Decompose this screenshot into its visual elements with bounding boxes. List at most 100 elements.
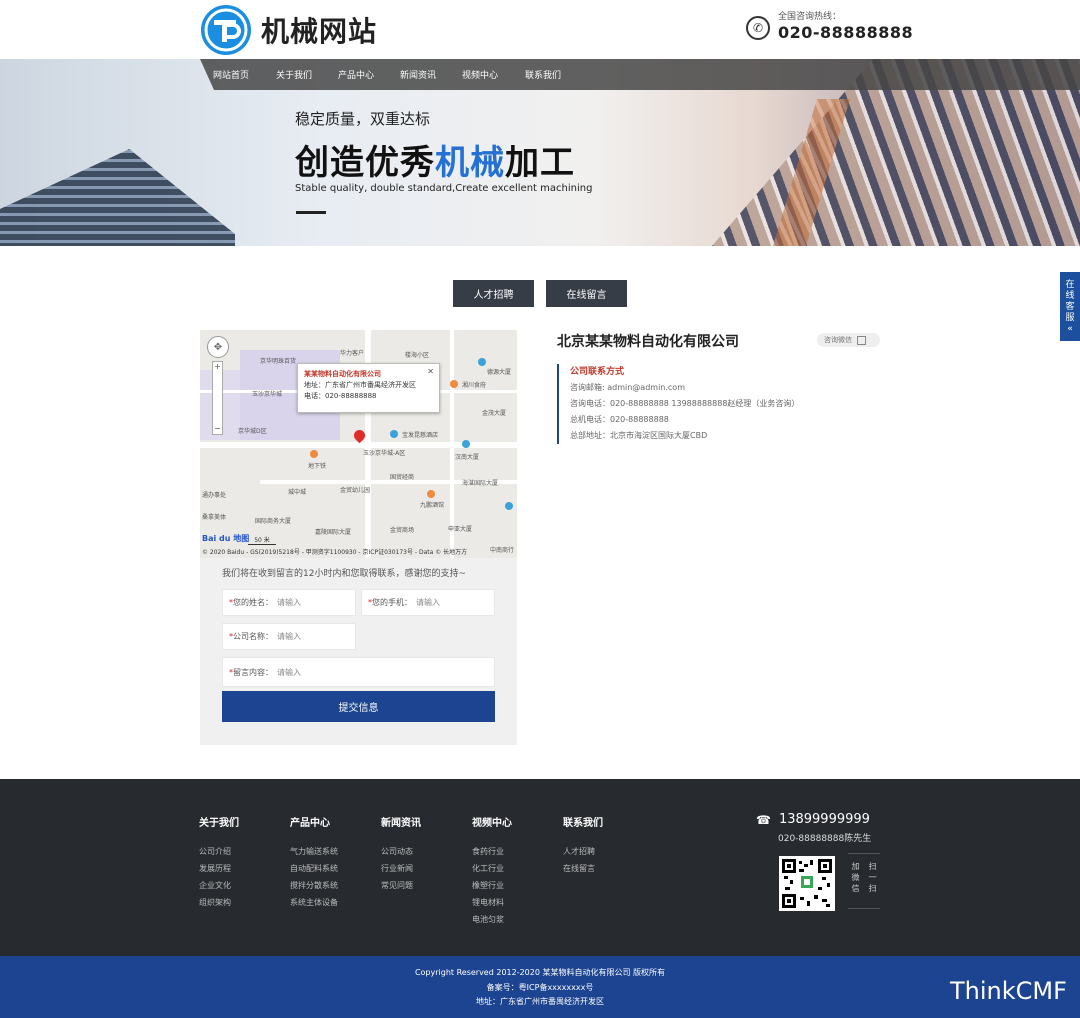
scan-char: 微 (851, 873, 860, 882)
close-icon[interactable]: ✕ (427, 367, 434, 376)
scan-char: 信 (851, 884, 860, 893)
header: 机械网站 ✆ 全国咨询热线： 020-88888888 (0, 0, 1080, 59)
nav-video[interactable]: 视频中心 (462, 68, 498, 81)
nav-contact[interactable]: 联系我们 (525, 68, 561, 81)
main-nav: 网站首页 关于我们 产品中心 新闻资讯 视频中心 联系我们 (200, 59, 1080, 90)
online-service-tab[interactable]: 在 线 客 服 « (1060, 272, 1080, 341)
company-field[interactable]: * 公司名称： 请输入 (222, 623, 356, 650)
tab-message[interactable]: 在线留言 (546, 280, 627, 307)
footer-link[interactable]: 公司介绍 (199, 843, 239, 860)
tab-recruitment[interactable]: 人才招聘 (453, 280, 534, 307)
banner-title-highlight: 机械 (435, 143, 505, 183)
map-label: 中南商行 (490, 547, 515, 554)
map-scale: 50 米 (248, 535, 276, 545)
footer-link[interactable]: 组织架构 (199, 894, 239, 911)
map-poi-icon (462, 440, 470, 448)
map-pan-control[interactable]: ✥ (207, 336, 229, 358)
wechat-label: 咨询微信 (824, 336, 852, 344)
logo[interactable]: 机械网站 (201, 5, 377, 55)
footer-link[interactable]: 企业文化 (199, 877, 239, 894)
map-label: 金茂大厦 (482, 410, 507, 417)
footer-col-about: 关于我们 公司介绍 发展历程 企业文化 组织架构 (199, 814, 239, 911)
map-label: 宝发昆慈酒店 (402, 432, 439, 439)
map-label: 申亚大厦 (448, 526, 473, 533)
footer-link[interactable]: 常见问题 (381, 877, 421, 894)
submit-button[interactable]: 提交信息 (222, 691, 495, 722)
nav-news[interactable]: 新闻资讯 (400, 68, 436, 81)
footer-link[interactable]: 化工行业 (472, 860, 512, 877)
form-note: 我们将在收到留言的12小时内和您取得联系，感谢您的支持~ (222, 569, 466, 579)
service-char: 在 (1065, 280, 1075, 290)
footer-link[interactable]: 搅拌分散系统 (290, 877, 338, 894)
service-char: 线 (1065, 291, 1075, 301)
footer-col-title[interactable]: 视频中心 (472, 814, 512, 829)
map-label: 国际商务大厦 (255, 518, 292, 525)
footer-link[interactable]: 公司动态 (381, 843, 421, 860)
page: 机械网站 ✆ 全国咨询热线： 020-88888888 网站首页 关于我们 产品… (0, 0, 1080, 1018)
footer-address: 地址：广东省广州市番禺经济开发区 (476, 997, 604, 1006)
footer-link[interactable]: 橡塑行业 (472, 877, 512, 894)
scan-char: 扫 (868, 884, 877, 893)
footer-link[interactable]: 锂电材料 (472, 894, 512, 911)
map-zoom-control[interactable]: + − (212, 361, 223, 435)
map-poi-icon (310, 450, 318, 458)
footer-link[interactable]: 食药行业 (472, 843, 512, 860)
footer-link[interactable]: 行业新闻 (381, 860, 421, 877)
nav-products[interactable]: 产品中心 (338, 68, 374, 81)
footer-col-video: 视频中心 食药行业 化工行业 橡塑行业 锂电材料 电池匀浆 (472, 814, 512, 928)
company-label: 公司名称： (233, 632, 273, 641)
map-label: 桑拿美体 (202, 514, 227, 521)
info-consult-phone: 咨询电话：020-88888888 13988888888赵经理（业务咨询） (570, 399, 800, 408)
footer-link[interactable]: 发展历程 (199, 860, 239, 877)
banner-building-left (0, 149, 235, 246)
footer-link[interactable]: 在线留言 (563, 860, 603, 877)
company-name: 北京某某物料自动化有限公司 (557, 334, 739, 350)
message-field[interactable]: * 留言内容： 请输入 (222, 657, 495, 687)
popup-title: 某某物料自动化有限公司 (304, 370, 381, 378)
map-label: 九鹏酒馆 (420, 502, 445, 509)
collapse-icon: « (1067, 324, 1073, 334)
map-label: 国贸经商 (390, 474, 415, 481)
mobile-field[interactable]: * 您的手机： 请输入 (361, 589, 495, 616)
banner-english: Stable quality, double standard,Create e… (295, 183, 593, 194)
nav-home[interactable]: 网站首页 (213, 68, 249, 81)
map-label: 楼海小区 (405, 352, 430, 359)
site-name: 机械网站 (261, 15, 378, 48)
map-copyright: © 2020 Baidu - GS(2019)5218号 - 甲测资字11009… (202, 549, 468, 556)
footer-col-title[interactable]: 联系我们 (563, 814, 603, 829)
hotline: ✆ 全国咨询热线： 020-88888888 (746, 12, 913, 43)
wechat-consult-button[interactable]: 咨询微信 (817, 333, 880, 347)
footer-link[interactable]: 人才招聘 (563, 843, 603, 860)
footer-col-title[interactable]: 关于我们 (199, 814, 239, 829)
nav-about[interactable]: 关于我们 (276, 68, 312, 81)
map-poi-icon (450, 380, 458, 388)
info-address: 总部地址：北京市海淀区国际大厦CBD (570, 431, 708, 440)
name-label: 您的姓名： (233, 598, 273, 607)
banner: 网站首页 关于我们 产品中心 新闻资讯 视频中心 联系我们 稳定质量，双重达标 … (0, 59, 1080, 246)
copyright-bar: Copyright Reserved 2012-2020 某某物料自动化有限公司… (0, 956, 1080, 1018)
mobile-label: 您的手机： (372, 598, 412, 607)
map-label: 金贸商场 (390, 527, 415, 534)
icp-text[interactable]: 备案号：粤ICP备xxxxxxxx号 (0, 982, 1080, 993)
map-poi-icon (505, 502, 513, 510)
map-label: 通办事处 (202, 492, 227, 499)
popup-address: 地址：广东省广州市番禺经济开发区 (304, 381, 416, 389)
map-label: 金贸幼儿园 (340, 487, 371, 494)
name-field[interactable]: * 您的姓名： 请输入 (222, 589, 356, 616)
zoom-in-icon[interactable]: + (213, 362, 222, 372)
message-label: 留言内容： (233, 667, 273, 677)
footer-link[interactable]: 电池匀浆 (472, 911, 512, 928)
zoom-out-icon[interactable]: − (213, 424, 222, 434)
service-char: 客 (1065, 302, 1075, 312)
footer-col-title[interactable]: 产品中心 (290, 814, 338, 829)
footer-col-title[interactable]: 新闻资讯 (381, 814, 421, 829)
baidu-map[interactable]: 华力客户 京华明珠百货 楼海小区 德源大厦 湘川食府 玉沙京华城 京华城D区 宝… (200, 330, 517, 558)
mobile-placeholder: 请输入 (416, 598, 440, 607)
footer-link[interactable]: 气力输送系统 (290, 843, 338, 860)
popup-phone: 电话：020-88888888 (304, 392, 377, 400)
footer-link[interactable]: 系统主体设备 (290, 894, 338, 911)
scan-wechat-label: 加 微 信 扫 一 扫 (848, 853, 880, 909)
name-placeholder: 请输入 (277, 598, 301, 607)
footer-link[interactable]: 自动配料系统 (290, 860, 338, 877)
info-email: 咨询邮箱: admin@admin.com (570, 383, 685, 392)
